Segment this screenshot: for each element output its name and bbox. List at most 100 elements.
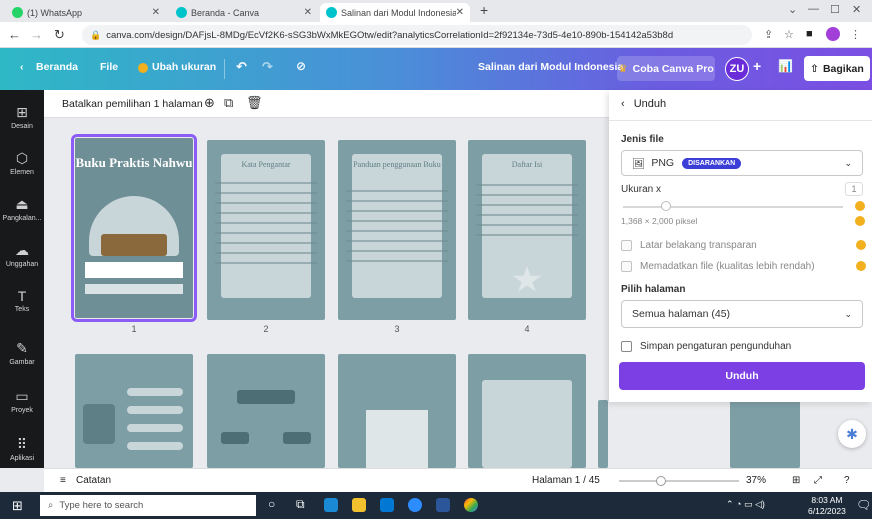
file-menu[interactable]: File	[100, 61, 118, 73]
sidebar-item-proyek[interactable]: ▭ Proyek	[0, 388, 44, 414]
add-page-icon[interactable]: ⊕	[204, 95, 215, 111]
sidebar-item-pangkalan[interactable]: ⏏ Pangkalan...	[0, 196, 44, 222]
minimize-icon[interactable]: —	[808, 3, 819, 15]
insights-chart-icon[interactable]: 📊	[778, 59, 793, 73]
file-type-value: PNG	[651, 157, 675, 169]
sidebar-item-teks[interactable]: T Teks	[0, 288, 44, 313]
sidebar-item-elemen[interactable]: ⬡ Elemen	[0, 150, 44, 176]
open-book-image	[101, 234, 167, 256]
recommended-badge: DISARANKAN	[682, 157, 742, 169]
transparent-background-option[interactable]: Latar belakang transparan	[621, 238, 866, 252]
image-icon: 🖼	[632, 157, 646, 170]
cortana-icon[interactable]: ○	[268, 497, 275, 511]
word-icon[interactable]	[436, 498, 450, 512]
resize-button[interactable]: Ubah ukuran	[152, 61, 216, 73]
page-thumbnail-1[interactable]: Buku Praktis Nahwu	[71, 134, 197, 322]
profile-avatar-icon[interactable]	[826, 27, 840, 41]
file-type-select[interactable]: 🖼 PNG DISARANKAN ⌄	[621, 150, 863, 176]
chrome-icon[interactable]	[464, 498, 478, 512]
zoom-app-icon[interactable]	[408, 498, 422, 512]
edge-icon[interactable]	[324, 498, 338, 512]
page-thumbnail-9[interactable]	[598, 400, 608, 468]
share-page-icon[interactable]: ⇪	[764, 28, 773, 41]
sidebar-item-desain[interactable]: ⊞ Desain	[0, 104, 44, 130]
shapes-icon: ⬡	[15, 150, 29, 166]
deselect-pages-label[interactable]: Batalkan pemilihan 1 halaman	[62, 98, 203, 110]
fullscreen-icon[interactable]: ⤢	[814, 475, 822, 486]
sidebar-item-unggahan[interactable]: ☁ Unggahan	[0, 242, 44, 268]
size-slider-track[interactable]	[623, 206, 843, 208]
page-thumbnail-2[interactable]: Kata Pengantar	[207, 140, 325, 320]
redo-icon[interactable]: ↷	[262, 59, 273, 75]
close-tab-icon[interactable]: ✕	[456, 7, 464, 18]
close-tab-icon[interactable]: ✕	[304, 7, 312, 18]
tab-search-icon[interactable]: ■	[806, 28, 813, 40]
back-icon[interactable]: ←	[8, 27, 21, 42]
page-thumbnail-8[interactable]	[468, 354, 586, 468]
tab-label: Beranda - Canva	[191, 7, 260, 18]
page-thumbnail-10[interactable]	[730, 400, 800, 468]
books-image	[366, 410, 428, 468]
grid-view-icon[interactable]: ⊞	[792, 475, 800, 486]
back-unduh[interactable]: ‹ Unduh	[621, 98, 666, 110]
compress-file-option[interactable]: Memadatkan file (kualitas lebih rendah)	[621, 259, 866, 273]
close-tab-icon[interactable]: ✕	[152, 7, 160, 18]
notifications-icon[interactable]: 🗨	[856, 498, 871, 512]
task-view-icon[interactable]: ⧉	[296, 497, 305, 512]
duplicate-page-icon[interactable]: ⧉	[224, 95, 233, 111]
page-indicator: Halaman 1 / 45	[532, 475, 600, 486]
home-link[interactable]: Beranda	[36, 61, 78, 73]
more-menu-icon[interactable]: ⋮	[850, 28, 861, 41]
zoom-slider-knob[interactable]	[656, 476, 666, 486]
notes-button[interactable]: Catatan	[76, 475, 111, 486]
share-button[interactable]: ⇧ Bagikan	[804, 56, 870, 81]
user-avatar[interactable]: ZU	[725, 57, 749, 81]
file-type-label: Jenis file	[621, 134, 664, 145]
url-field[interactable]: 🔒 canva.com/design/DAFjsL-8MDg/EcVf2K6-s…	[82, 25, 752, 45]
file-explorer-icon[interactable]	[352, 498, 366, 512]
mail-icon[interactable]	[380, 498, 394, 512]
chevron-left-icon[interactable]: ‹	[20, 61, 24, 73]
undo-icon[interactable]: ↶	[236, 59, 247, 75]
page-number: 2	[263, 324, 269, 334]
page-thumbnail-4[interactable]: Daftar Isi	[468, 140, 586, 320]
system-tray-icons[interactable]: ⌃ ◔ ▭ ◁)	[726, 499, 765, 510]
taskbar-search[interactable]: ⌕ Type here to search	[40, 495, 256, 516]
sidebar-item-label: Aplikasi	[9, 455, 35, 462]
help-icon[interactable]: ?	[844, 475, 850, 486]
checkbox[interactable]	[621, 340, 632, 352]
pages-select[interactable]: Semua halaman (45) ⌄	[621, 300, 863, 328]
chevron-down-icon[interactable]: ⌄	[788, 3, 797, 16]
size-input[interactable]: 1	[845, 182, 863, 196]
add-collaborator-icon[interactable]: +	[753, 58, 761, 74]
close-window-icon[interactable]: ✕	[852, 3, 861, 16]
maximize-icon[interactable]: ☐	[830, 3, 840, 16]
size-slider-knob[interactable]	[661, 201, 671, 211]
try-pro-button[interactable]: ♛ Coba Canva Pro	[617, 56, 715, 81]
browser-tab-whatsapp[interactable]: (1) WhatsApp ✕	[6, 3, 166, 22]
page-thumbnail-6[interactable]	[207, 354, 325, 468]
page-thumbnail-3[interactable]: Panduan penggunaan Buku	[338, 140, 456, 320]
page-thumbnail-5[interactable]	[75, 354, 193, 468]
checkbox[interactable]	[621, 260, 632, 272]
document-title[interactable]: Salinan dari Modul Indonesia	[478, 61, 623, 73]
sidebar-item-aplikasi[interactable]: ⠿ Aplikasi	[0, 436, 44, 462]
sidebar-item-gambar[interactable]: ✎ Gambar	[0, 340, 44, 366]
page-thumbnail-7[interactable]	[338, 354, 456, 468]
magic-assist-icon[interactable]: ✱	[838, 420, 866, 448]
save-settings-option[interactable]: Simpan pengaturan pengunduhan	[621, 339, 866, 353]
download-button[interactable]: Unduh	[619, 362, 865, 390]
reload-icon[interactable]: ↻	[54, 27, 65, 43]
new-tab-button[interactable]: +	[480, 2, 488, 18]
notes-icon[interactable]: ≡	[60, 475, 66, 486]
editor-toolbar: ‹ Beranda File Ubah ukuran ↶ ↷ ⊘ Salinan…	[0, 48, 872, 90]
delete-page-icon[interactable]: 🗑	[246, 95, 263, 111]
forward-icon[interactable]: →	[30, 27, 43, 42]
clock[interactable]: 8:03 AM 6/12/2023	[808, 495, 846, 517]
zoom-slider-track[interactable]	[619, 480, 739, 482]
windows-start-icon[interactable]: ⊞	[12, 498, 23, 514]
browser-tab-salinan[interactable]: Salinan dari Modul Indonesia - 1 ✕	[320, 3, 470, 22]
bookmark-star-icon[interactable]: ☆	[784, 28, 794, 41]
checkbox[interactable]	[621, 239, 632, 251]
browser-tab-beranda[interactable]: Beranda - Canva ✕	[170, 3, 318, 22]
